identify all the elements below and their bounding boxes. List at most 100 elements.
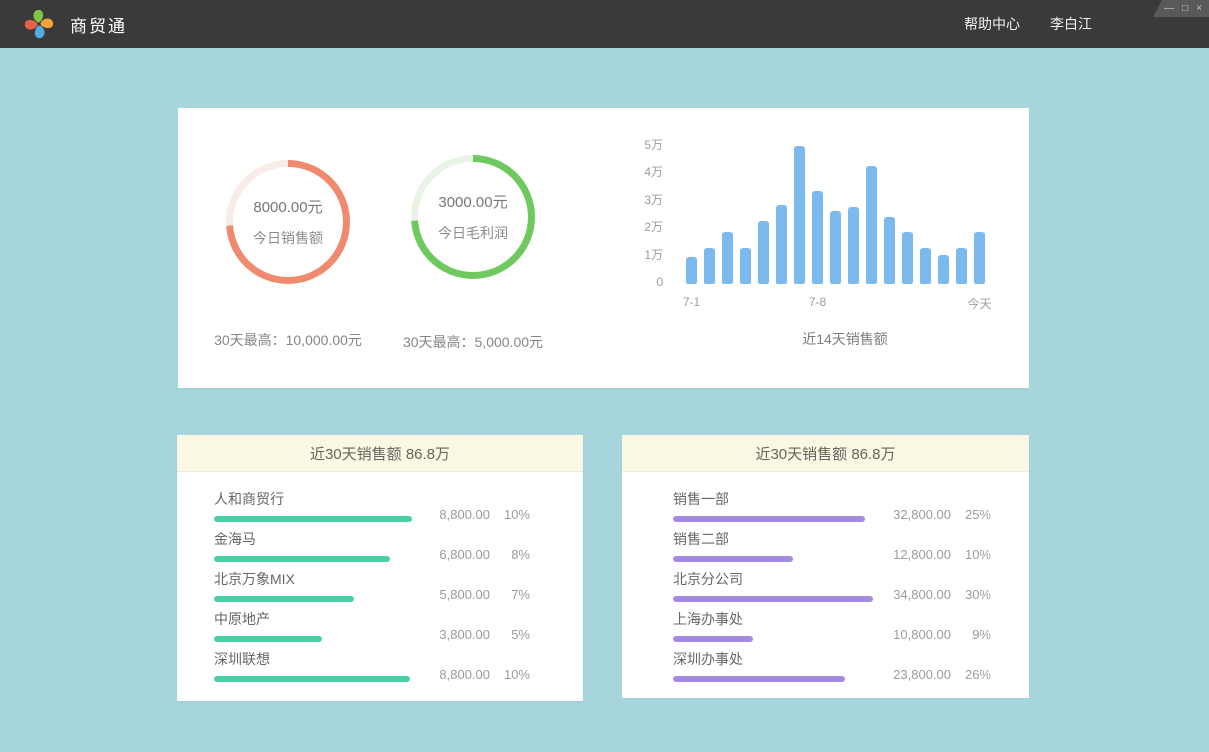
sales-bar [686, 257, 697, 284]
y-axis-tick-label: 1万 [618, 248, 663, 262]
rank-row-bar [673, 636, 753, 642]
sales-bar [758, 221, 769, 284]
rank-row-left: 中原地产 [214, 609, 414, 642]
window-controls: — □ × [1153, 0, 1209, 17]
today-profit-gauge-center: 3000.00元 今日毛利润 [418, 162, 528, 272]
y-axis-tick-label: 5万 [618, 138, 663, 152]
rank-row-left: 深圳办事处 [673, 649, 873, 682]
sales-bar [938, 255, 949, 284]
sales-bar [902, 232, 913, 284]
rank-row-name: 北京万象MIX [214, 569, 414, 589]
rank-row: 上海办事处10,800.009% [673, 610, 991, 642]
today-profit-gauge: 3000.00元 今日毛利润 [411, 155, 535, 279]
rank-row-bar [214, 596, 354, 602]
app-title: 商贸通 [70, 12, 127, 37]
rank-row-name: 金海马 [214, 529, 414, 549]
rank-row: 北京分公司34,800.0030% [673, 570, 991, 602]
sales-14day-bar-chart: 5万4万3万2万1万0 7-17-8今天 近14天销售额 [618, 137, 1018, 357]
rank-row-percent: 7% [490, 587, 530, 602]
rank-row-amount: 5,800.00 [414, 587, 490, 602]
rank-row-left: 上海办事处 [673, 609, 873, 642]
rank-row-percent: 10% [951, 547, 991, 562]
profit-30day-max: 30天最高：5,000.00元 [353, 332, 593, 352]
titlebar-right: 帮助中心 李白江 [964, 14, 1092, 34]
maximize-button[interactable]: □ [1182, 1, 1188, 16]
x-axis-tick-label: 7-8 [793, 295, 843, 309]
x-axis-tick-label: 今天 [955, 295, 1005, 312]
rank-row-bar [214, 556, 390, 562]
y-axis-tick-label: 3万 [618, 193, 663, 207]
app-logo-pinwheel-icon [22, 7, 56, 41]
rank-row-left: 北京分公司 [673, 569, 873, 602]
bar-chart-caption: 近14天销售额 [745, 329, 945, 349]
rank-row: 深圳办事处23,800.0026% [673, 650, 991, 682]
rank-row-amount: 10,800.00 [873, 627, 951, 642]
rank-row-percent: 10% [490, 667, 530, 682]
rank-row-amount: 23,800.00 [873, 667, 951, 682]
rank-row-name: 深圳联想 [214, 649, 414, 669]
rank-row-bar [214, 516, 412, 522]
titlebar: 商贸通 帮助中心 李白江 — □ × [0, 0, 1209, 48]
help-center-link[interactable]: 帮助中心 [964, 14, 1020, 34]
rank-row-amount: 6,800.00 [414, 547, 490, 562]
rank-row-amount: 8,800.00 [414, 667, 490, 682]
sales-bar [866, 166, 877, 284]
rank-row-name: 深圳办事处 [673, 649, 873, 669]
rank-row: 金海马6,800.008% [214, 530, 530, 562]
rank-row-bar [673, 676, 845, 682]
rank-card-rows: 人和商贸行8,800.0010%金海马6,800.008%北京万象MIX5,80… [177, 472, 583, 682]
x-axis-tick-label: 7-1 [667, 295, 717, 309]
rank-row-bar [673, 556, 793, 562]
rank-row-amount: 34,800.00 [873, 587, 951, 602]
rank-row-amount: 32,800.00 [873, 507, 951, 522]
rank-row-bar [214, 636, 322, 642]
rank-row-left: 北京万象MIX [214, 569, 414, 602]
rank-row: 中原地产3,800.005% [214, 610, 530, 642]
rank-row-percent: 9% [951, 627, 991, 642]
rank-card-rows: 销售一部32,800.0025% 销售二部12,800.0010% 北京分公司34,… [622, 472, 1029, 682]
rank-row-left: 人和商贸行 [214, 489, 414, 522]
rank-row: 深圳联想8,800.0010% [214, 650, 530, 682]
sales-bar [920, 248, 931, 284]
rank-row: 人和商贸行8,800.0010% [214, 490, 530, 522]
sales-bar [812, 191, 823, 284]
rank-row: 北京万象MIX5,800.007% [214, 570, 530, 602]
rank-row: 销售二部12,800.0010% [673, 530, 991, 562]
today-overview-card: 8000.00元 今日销售额 30天最高：10,000.00元 3000.00元… [178, 108, 1029, 388]
rank-row-name: 销售二部 [673, 529, 873, 549]
close-button[interactable]: × [1196, 1, 1202, 16]
rank-row-name: 人和商贸行 [214, 489, 414, 509]
sales-bar [722, 232, 733, 284]
rank-row-name: 上海办事处 [673, 609, 873, 629]
bar-chart-bars [686, 137, 985, 284]
today-profit-label: 今日毛利润 [438, 223, 508, 243]
rank-row-left: 深圳联想 [214, 649, 414, 682]
department-sales-rank-card: 近30天销售额 86.8万 销售一部32,800.0025% 销售二部12,800… [622, 435, 1029, 698]
today-sales-gauge: 8000.00元 今日销售额 [226, 160, 350, 284]
sales-bar [974, 232, 985, 284]
rank-row-bar [214, 676, 410, 682]
rank-row-amount: 8,800.00 [414, 507, 490, 522]
rank-row-percent: 5% [490, 627, 530, 642]
sales-bar [884, 217, 895, 284]
minimize-button[interactable]: — [1164, 1, 1174, 16]
rank-row-bar [673, 596, 873, 602]
today-sales-label: 今日销售额 [253, 228, 323, 248]
rank-row-left: 销售一部 [673, 489, 873, 522]
sales-bar [794, 146, 805, 284]
today-sales-gauge-center: 8000.00元 今日销售额 [233, 167, 343, 277]
sales-bar [830, 211, 841, 284]
rank-card-title: 近30天销售额 86.8万 [622, 435, 1029, 472]
rank-row-name: 北京分公司 [673, 569, 873, 589]
sales-bar [956, 248, 967, 284]
sales-bar [848, 207, 859, 284]
sales-bar [776, 205, 787, 284]
rank-row-percent: 26% [951, 667, 991, 682]
customer-sales-rank-card: 近30天销售额 86.8万 人和商贸行8,800.0010%金海马6,800.0… [177, 435, 583, 701]
rank-row-name: 中原地产 [214, 609, 414, 629]
rank-row-amount: 3,800.00 [414, 627, 490, 642]
sales-bar [740, 248, 751, 284]
rank-row: 销售一部32,800.0025% [673, 490, 991, 522]
user-name-link[interactable]: 李白江 [1050, 14, 1092, 34]
rank-row-name: 销售一部 [673, 489, 873, 509]
